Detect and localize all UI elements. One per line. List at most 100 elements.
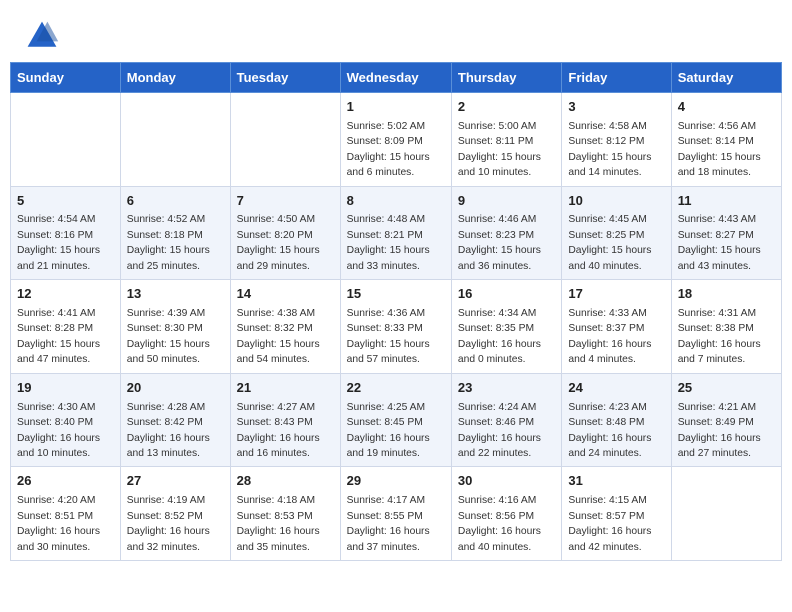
header-day-sunday: Sunday bbox=[11, 63, 121, 93]
day-number: 31 bbox=[568, 472, 664, 491]
day-number: 18 bbox=[678, 285, 775, 304]
day-info: Sunrise: 5:02 AM Sunset: 8:09 PM Dayligh… bbox=[347, 121, 430, 178]
calendar-cell: 22 Sunrise: 4:25 AM Sunset: 8:45 PM Dayli… bbox=[340, 373, 451, 467]
calendar-cell: 30 Sunrise: 4:16 AM Sunset: 8:56 PM Dayli… bbox=[451, 467, 561, 561]
week-row-1: 1Sunrise: 5:02 AM Sunset: 8:09 PM Daylig… bbox=[11, 93, 782, 187]
day-info: Sunrise: 4:19 AM Sunset: 8:52 PM Dayligh… bbox=[127, 495, 210, 552]
calendar-cell: 28 Sunrise: 4:18 AM Sunset: 8:53 PM Dayli… bbox=[230, 467, 340, 561]
calendar-cell: 2 Sunrise: 5:00 AM Sunset: 8:11 PM Daylig… bbox=[451, 93, 561, 187]
day-number: 28 bbox=[237, 472, 334, 491]
day-info: Sunrise: 4:31 AM Sunset: 8:38 PM Dayligh… bbox=[678, 308, 761, 365]
calendar-cell: 6 Sunrise: 4:52 AM Sunset: 8:18 PM Daylig… bbox=[120, 186, 230, 280]
day-number: 6 bbox=[127, 192, 224, 211]
day-number: 10 bbox=[568, 192, 664, 211]
day-info: Sunrise: 4:45 AM Sunset: 8:25 PM Dayligh… bbox=[568, 214, 651, 271]
day-info: Sunrise: 4:33 AM Sunset: 8:37 PM Dayligh… bbox=[568, 308, 651, 365]
day-info: Sunrise: 4:39 AM Sunset: 8:30 PM Dayligh… bbox=[127, 308, 210, 365]
calendar-cell: 10 Sunrise: 4:45 AM Sunset: 8:25 PM Dayli… bbox=[562, 186, 671, 280]
day-number: 12 bbox=[17, 285, 114, 304]
day-number: 21 bbox=[237, 379, 334, 398]
week-row-4: 19 Sunrise: 4:30 AM Sunset: 8:40 PM Dayli… bbox=[11, 373, 782, 467]
week-row-2: 5Sunrise: 4:54 AM Sunset: 8:16 PM Daylig… bbox=[11, 186, 782, 280]
day-number: 24 bbox=[568, 379, 664, 398]
day-number: 25 bbox=[678, 379, 775, 398]
calendar-cell: 4 Sunrise: 4:56 AM Sunset: 8:14 PM Daylig… bbox=[671, 93, 781, 187]
day-info: Sunrise: 4:58 AM Sunset: 8:12 PM Dayligh… bbox=[568, 121, 651, 178]
day-number: 14 bbox=[237, 285, 334, 304]
day-number: 26 bbox=[17, 472, 114, 491]
week-row-3: 12 Sunrise: 4:41 AM Sunset: 8:28 PM Dayli… bbox=[11, 280, 782, 374]
day-number: 19 bbox=[17, 379, 114, 398]
calendar-header: SundayMondayTuesdayWednesdayThursdayFrid… bbox=[11, 63, 782, 93]
day-number: 4 bbox=[678, 98, 775, 117]
calendar-cell: 15 Sunrise: 4:36 AM Sunset: 8:33 PM Dayli… bbox=[340, 280, 451, 374]
day-info: Sunrise: 4:38 AM Sunset: 8:32 PM Dayligh… bbox=[237, 308, 320, 365]
day-info: Sunrise: 4:17 AM Sunset: 8:55 PM Dayligh… bbox=[347, 495, 430, 552]
header-row: SundayMondayTuesdayWednesdayThursdayFrid… bbox=[11, 63, 782, 93]
day-info: Sunrise: 4:18 AM Sunset: 8:53 PM Dayligh… bbox=[237, 495, 320, 552]
day-number: 23 bbox=[458, 379, 555, 398]
week-row-5: 26 Sunrise: 4:20 AM Sunset: 8:51 PM Dayli… bbox=[11, 467, 782, 561]
day-number: 16 bbox=[458, 285, 555, 304]
calendar-cell: 26 Sunrise: 4:20 AM Sunset: 8:51 PM Dayli… bbox=[11, 467, 121, 561]
day-info: Sunrise: 4:16 AM Sunset: 8:56 PM Dayligh… bbox=[458, 495, 541, 552]
header-day-friday: Friday bbox=[562, 63, 671, 93]
page-header bbox=[0, 0, 792, 62]
calendar-body: 1Sunrise: 5:02 AM Sunset: 8:09 PM Daylig… bbox=[11, 93, 782, 561]
calendar-cell: 29Sunrise: 4:17 AM Sunset: 8:55 PM Dayli… bbox=[340, 467, 451, 561]
header-day-tuesday: Tuesday bbox=[230, 63, 340, 93]
day-info: Sunrise: 4:56 AM Sunset: 8:14 PM Dayligh… bbox=[678, 121, 761, 178]
calendar-wrap: SundayMondayTuesdayWednesdayThursdayFrid… bbox=[0, 62, 792, 571]
calendar-cell: 11 Sunrise: 4:43 AM Sunset: 8:27 PM Dayli… bbox=[671, 186, 781, 280]
calendar-cell: 27Sunrise: 4:19 AM Sunset: 8:52 PM Dayli… bbox=[120, 467, 230, 561]
day-info: Sunrise: 4:25 AM Sunset: 8:45 PM Dayligh… bbox=[347, 402, 430, 459]
day-info: Sunrise: 4:43 AM Sunset: 8:27 PM Dayligh… bbox=[678, 214, 761, 271]
calendar-cell: 7Sunrise: 4:50 AM Sunset: 8:20 PM Daylig… bbox=[230, 186, 340, 280]
calendar-cell bbox=[230, 93, 340, 187]
day-number: 8 bbox=[347, 192, 445, 211]
day-info: Sunrise: 4:36 AM Sunset: 8:33 PM Dayligh… bbox=[347, 308, 430, 365]
day-info: Sunrise: 4:50 AM Sunset: 8:20 PM Dayligh… bbox=[237, 214, 320, 271]
header-day-monday: Monday bbox=[120, 63, 230, 93]
day-info: Sunrise: 4:52 AM Sunset: 8:18 PM Dayligh… bbox=[127, 214, 210, 271]
calendar-table: SundayMondayTuesdayWednesdayThursdayFrid… bbox=[10, 62, 782, 561]
calendar-cell: 17 Sunrise: 4:33 AM Sunset: 8:37 PM Dayli… bbox=[562, 280, 671, 374]
day-number: 11 bbox=[678, 192, 775, 211]
day-info: Sunrise: 5:00 AM Sunset: 8:11 PM Dayligh… bbox=[458, 121, 541, 178]
day-number: 5 bbox=[17, 192, 114, 211]
day-number: 15 bbox=[347, 285, 445, 304]
day-info: Sunrise: 4:48 AM Sunset: 8:21 PM Dayligh… bbox=[347, 214, 430, 271]
calendar-cell: 12 Sunrise: 4:41 AM Sunset: 8:28 PM Dayli… bbox=[11, 280, 121, 374]
day-info: Sunrise: 4:28 AM Sunset: 8:42 PM Dayligh… bbox=[127, 402, 210, 459]
calendar-cell: 14 Sunrise: 4:38 AM Sunset: 8:32 PM Dayli… bbox=[230, 280, 340, 374]
header-day-thursday: Thursday bbox=[451, 63, 561, 93]
day-number: 22 bbox=[347, 379, 445, 398]
header-day-wednesday: Wednesday bbox=[340, 63, 451, 93]
calendar-cell: 25 Sunrise: 4:21 AM Sunset: 8:49 PM Dayli… bbox=[671, 373, 781, 467]
day-number: 17 bbox=[568, 285, 664, 304]
calendar-cell: 21Sunrise: 4:27 AM Sunset: 8:43 PM Dayli… bbox=[230, 373, 340, 467]
day-info: Sunrise: 4:20 AM Sunset: 8:51 PM Dayligh… bbox=[17, 495, 100, 552]
calendar-cell: 19 Sunrise: 4:30 AM Sunset: 8:40 PM Dayli… bbox=[11, 373, 121, 467]
day-info: Sunrise: 4:24 AM Sunset: 8:46 PM Dayligh… bbox=[458, 402, 541, 459]
logo-icon bbox=[24, 18, 60, 54]
calendar-cell bbox=[671, 467, 781, 561]
calendar-cell: 3 Sunrise: 4:58 AM Sunset: 8:12 PM Daylig… bbox=[562, 93, 671, 187]
calendar-cell: 8 Sunrise: 4:48 AM Sunset: 8:21 PM Daylig… bbox=[340, 186, 451, 280]
day-info: Sunrise: 4:30 AM Sunset: 8:40 PM Dayligh… bbox=[17, 402, 100, 459]
day-info: Sunrise: 4:21 AM Sunset: 8:49 PM Dayligh… bbox=[678, 402, 761, 459]
day-info: Sunrise: 4:41 AM Sunset: 8:28 PM Dayligh… bbox=[17, 308, 100, 365]
calendar-cell: 1Sunrise: 5:02 AM Sunset: 8:09 PM Daylig… bbox=[340, 93, 451, 187]
calendar-cell: 9Sunrise: 4:46 AM Sunset: 8:23 PM Daylig… bbox=[451, 186, 561, 280]
calendar-cell: 31Sunrise: 4:15 AM Sunset: 8:57 PM Dayli… bbox=[562, 467, 671, 561]
day-number: 2 bbox=[458, 98, 555, 117]
calendar-cell bbox=[120, 93, 230, 187]
calendar-cell: 24Sunrise: 4:23 AM Sunset: 8:48 PM Dayli… bbox=[562, 373, 671, 467]
day-number: 3 bbox=[568, 98, 664, 117]
calendar-cell: 20Sunrise: 4:28 AM Sunset: 8:42 PM Dayli… bbox=[120, 373, 230, 467]
day-info: Sunrise: 4:46 AM Sunset: 8:23 PM Dayligh… bbox=[458, 214, 541, 271]
day-number: 30 bbox=[458, 472, 555, 491]
calendar-cell: 13Sunrise: 4:39 AM Sunset: 8:30 PM Dayli… bbox=[120, 280, 230, 374]
day-info: Sunrise: 4:34 AM Sunset: 8:35 PM Dayligh… bbox=[458, 308, 541, 365]
header-day-saturday: Saturday bbox=[671, 63, 781, 93]
